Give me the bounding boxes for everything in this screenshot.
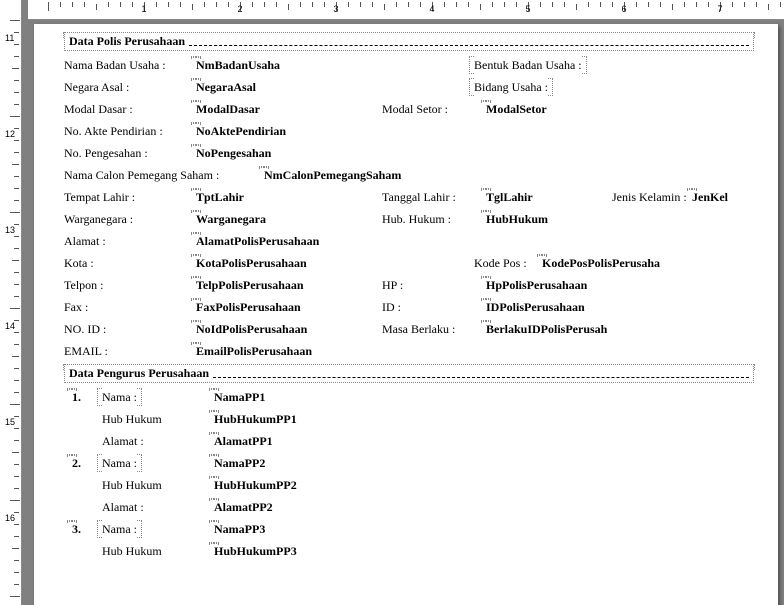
pengurus-2-nama: 2. Nama : NamaPP2 [64,452,754,474]
label-jenis-kelamin: Jenis Kelamin : [612,186,687,208]
label-kota: Kota : [64,252,94,274]
label-tempat-lahir: Tempat Lahir : [64,186,135,208]
label-nama-calon-pemegang-saham: Nama Calon Pemegang Saham : [64,164,219,186]
row-nama-badan-usaha: Nama Badan Usaha : NmBadanUsaha Bentuk B… [64,54,754,76]
row-no-akte: No. Akte Pendirian : NoAktePendirian [64,120,754,142]
section-title-polis-text: Data Polis Perusahaan [69,34,189,49]
pengurus-1-nama: 1. Nama : NamaPP1 [64,386,754,408]
row-fax: Fax : FaxPolisPerusahaan ID : IDPolisPer… [64,296,754,318]
label-negara-asal: Negara Asal : [64,76,129,98]
label-fax: Fax : [64,296,88,318]
label-masa-berlaku: Masa Berlaku : [382,318,455,340]
label-no-pengesahan: No. Pengesahan : [64,142,148,164]
report-designer: 1234567 111213141516 Data Polis Perusaha… [0,0,784,605]
label-telpon: Telpon : [64,274,104,296]
horizontal-ruler: 1234567 [28,0,784,20]
label-pengurus-hubhukum: Hub Hukum [102,408,162,430]
label-kode-pos: Kode Pos : [474,252,527,274]
label-email: EMAIL : [64,340,108,362]
report-page: Data Polis Perusahaan Nama Badan Usaha :… [34,24,778,605]
label-hub-hukum: Hub. Hukum : [382,208,451,230]
row-warganegara: Warganegara : Warganegara Hub. Hukum : H… [64,208,754,230]
pengurus-1-hubhukum: Hub Hukum HubHukumPP1 [64,408,754,430]
label-alamat: Alamat : [64,230,106,252]
row-nama-calon-pemegang-saham: Nama Calon Pemegang Saham : NmCalonPemeg… [64,164,754,186]
section-title-polis[interactable]: Data Polis Perusahaan [64,32,754,51]
pengurus-2-hubhukum: Hub Hukum HubHukumPP2 [64,474,754,496]
label-pengurus-alamat: Alamat : [102,430,144,452]
label-modal-setor: Modal Setor : [382,98,448,120]
row-modal-dasar: Modal Dasar : ModalDasar Modal Setor : M… [64,98,754,120]
label-bidang-usaha: Bidang Usaha : [474,76,548,98]
title-dash-fill [213,370,749,378]
row-tempat-lahir: Tempat Lahir : TptLahir Tanggal Lahir : … [64,186,754,208]
row-negara-asal: Negara Asal : NegaraAsal Bidang Usaha : [64,76,754,98]
design-canvas[interactable]: Data Polis Perusahaan Nama Badan Usaha :… [28,20,784,605]
pengurus-3-nama: 3. Nama : NamaPP3 [64,518,754,540]
section-title-pengurus-text: Data Pengurus Perusahaan [69,366,213,381]
label-modal-dasar: Modal Dasar : [64,98,133,120]
label-bentuk-badan-usaha: Bentuk Badan Usaha : [474,54,582,76]
section-title-pengurus[interactable]: Data Pengurus Perusahaan [64,364,754,383]
label-pengurus-nama: Nama : [102,452,137,474]
label-id: ID : [382,296,401,318]
label-hp: HP : [382,274,403,296]
label-pengurus-hubhukum: Hub Hukum [102,474,162,496]
label-pengurus-alamat: Alamat : [102,496,144,518]
label-tanggal-lahir: Tanggal Lahir : [382,186,456,208]
label-pengurus-nama: Nama : [102,386,137,408]
row-alamat: Alamat : AlamatPolisPerusahaan [64,230,754,252]
row-no-id: NO. ID : NoIdPolisPerusahaan Masa Berlak… [64,318,754,340]
pengurus-1-alamat: Alamat : AlamatPP1 [64,430,754,452]
row-email: EMAIL : EmailPolisPerusahaan [64,340,754,362]
row-kota: Kota : KotaPolisPerusahaan Kode Pos : Ko… [64,252,754,274]
row-telpon: Telpon : TelpPolisPerusahaan HP : HpPoli… [64,274,754,296]
label-no-id: NO. ID : [64,318,106,340]
label-nama-badan-usaha: Nama Badan Usaha : [64,54,166,76]
label-pengurus-nama: Nama : [102,518,137,540]
row-no-pengesahan: No. Pengesahan : NoPengesahan [64,142,754,164]
label-no-akte-pendirian: No. Akte Pendirian : [64,120,163,142]
pengurus-3-hubhukum: Hub Hukum HubHukumPP3 [64,540,754,562]
label-pengurus-hubhukum: Hub Hukum [102,540,162,562]
pengurus-2-alamat: Alamat : AlamatPP2 [64,496,754,518]
vertical-ruler: 111213141516 [0,0,22,605]
title-dash-fill [189,38,749,46]
label-warganegara: Warganegara : [64,208,133,230]
